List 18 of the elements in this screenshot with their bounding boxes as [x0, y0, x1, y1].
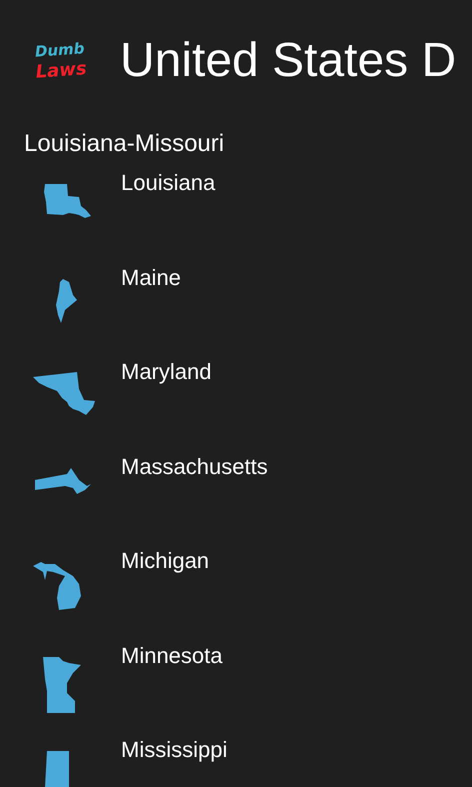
state-name[interactable]: Massachusetts	[121, 454, 268, 480]
state-name[interactable]: Michigan	[121, 548, 210, 574]
state-outline-icon[interactable]	[56, 278, 76, 322]
page-title: United States D	[120, 37, 456, 85]
state-outline-icon[interactable]	[34, 468, 90, 494]
state-name[interactable]: Mississippi	[121, 737, 228, 764]
state-name[interactable]: Minnesota	[121, 642, 223, 669]
state-name[interactable]: Maryland	[121, 359, 212, 386]
logo-text: Dumb	[34, 40, 84, 60]
logo-text: Laws	[34, 60, 87, 82]
state-outline-icon[interactable]	[42, 656, 80, 712]
state-outline-icon[interactable]	[32, 372, 94, 415]
state-outline-icon[interactable]	[44, 751, 68, 787]
state-name[interactable]: Maine	[121, 264, 181, 291]
state-outline-icon[interactable]	[32, 562, 80, 610]
group-heading[interactable]: Louisiana-Missouri	[24, 132, 472, 156]
state-name[interactable]: Louisiana	[121, 170, 216, 196]
state-outline-icon[interactable]	[44, 184, 90, 218]
